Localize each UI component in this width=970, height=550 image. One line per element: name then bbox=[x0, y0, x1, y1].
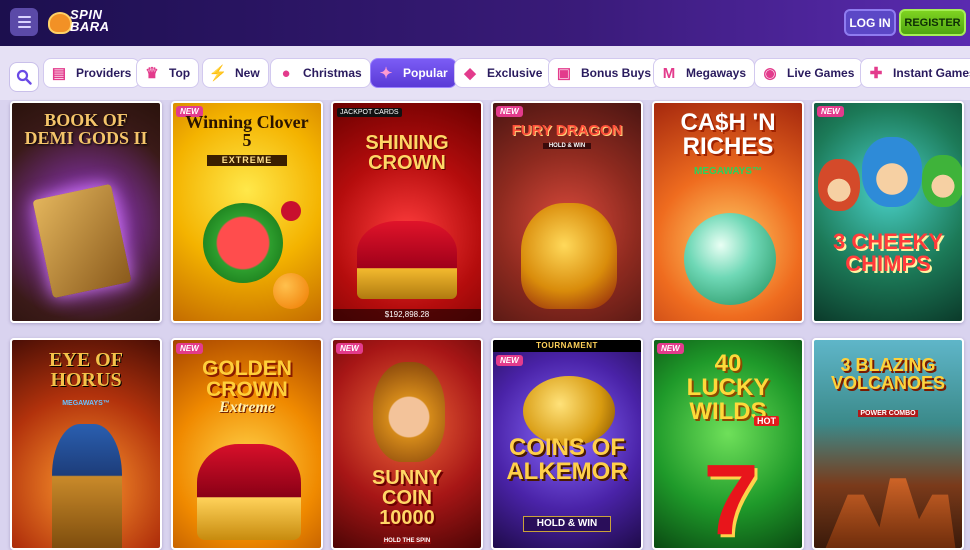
megaways-icon: M bbox=[662, 64, 676, 82]
category-bar: ▤ Providers ♛ Top ⚡ New ● Christmas ✦ Po… bbox=[0, 46, 970, 100]
game-tile-golden-crown[interactable]: NEW GOLDEN CROWN Extreme bbox=[171, 338, 323, 550]
orange-icon bbox=[273, 273, 309, 309]
search-icon bbox=[16, 69, 32, 85]
tab-top[interactable]: ♛ Top bbox=[136, 58, 200, 88]
new-badge: NEW bbox=[817, 106, 844, 117]
game-title: COINS OF ALKEMOR bbox=[506, 434, 628, 485]
horus-icon bbox=[52, 424, 122, 548]
game-tile-fury-dragon[interactable]: NEW FURY DRAGON HOLD & WIN bbox=[491, 101, 643, 323]
tab-providers[interactable]: ▤ Providers bbox=[43, 58, 141, 88]
game-title: SUNNY COIN 10000 bbox=[371, 467, 442, 529]
game-subtitle: HOLD & WIN bbox=[523, 516, 611, 532]
tab-exclusive[interactable]: ◆ Exclusive bbox=[454, 58, 552, 88]
game-title: 3 CHEEKY CHIMPS bbox=[832, 229, 944, 276]
new-badge: NEW bbox=[176, 343, 203, 354]
game-tile-3-blazing-volcanoes[interactable]: 3 BLAZING VOLCANOES POWER COMBO bbox=[812, 338, 964, 550]
new-badge: NEW bbox=[496, 106, 523, 117]
site-logo[interactable]: SPIN BARA bbox=[48, 6, 126, 40]
tab-instant-games[interactable]: ✚ Instant Games bbox=[860, 58, 970, 88]
top-header: SPIN BARA LOG IN REGISTER bbox=[0, 0, 970, 46]
diamond-icon: ◆ bbox=[464, 65, 476, 82]
monkey-left-icon bbox=[818, 159, 860, 211]
goddess-icon bbox=[373, 362, 445, 462]
gift-icon: ▣ bbox=[556, 65, 572, 82]
new-badge: NEW bbox=[336, 343, 363, 354]
tab-bonus-buys[interactable]: ▣ Bonus Buys bbox=[548, 58, 661, 88]
game-title: EYE OF HORUS bbox=[49, 349, 123, 391]
providers-icon: ▤ bbox=[51, 65, 67, 82]
game-title: SHINING CROWN bbox=[365, 132, 449, 174]
jackpot-cards-label: JACKPOT CARDS bbox=[337, 108, 402, 117]
golden-pot-icon bbox=[521, 203, 617, 309]
new-badge: NEW bbox=[496, 355, 523, 366]
menu-icon[interactable] bbox=[10, 8, 38, 36]
game-subtitle: MEGAWAYS™ bbox=[694, 166, 762, 177]
book-icon bbox=[32, 183, 132, 299]
lightning-icon: ⚡ bbox=[208, 65, 228, 82]
game-title: FURY DRAGON bbox=[511, 122, 623, 139]
capybara-mascot-icon bbox=[48, 12, 72, 34]
monkey-icon bbox=[862, 137, 922, 207]
search-button[interactable] bbox=[9, 62, 39, 92]
game-subtitle: HOLD & WIN bbox=[543, 143, 591, 149]
diamond-cash-icon bbox=[684, 213, 776, 305]
tab-christmas[interactable]: ● Christmas bbox=[270, 58, 371, 88]
game-title: 3 BLAZING VOLCANOES bbox=[830, 355, 945, 393]
game-subtitle: EXTREME bbox=[207, 155, 287, 166]
hot-label: HOT bbox=[754, 416, 779, 426]
cherries-icon bbox=[281, 201, 301, 221]
tab-megaways[interactable]: M Megaways bbox=[653, 58, 756, 88]
crown-icon bbox=[357, 221, 457, 299]
gamepad-icon: ✚ bbox=[869, 65, 883, 82]
fire-icon: ✦ bbox=[379, 65, 393, 82]
game-tile-winning-clover-5[interactable]: NEW Winning Clover 5 EXTREME bbox=[171, 101, 323, 323]
watermelon-icon bbox=[203, 203, 283, 283]
game-title: Winning Clover 5 bbox=[185, 112, 309, 150]
register-button[interactable]: REGISTER bbox=[899, 9, 966, 36]
tab-new[interactable]: ⚡ New bbox=[202, 58, 269, 88]
volcano-icon bbox=[824, 478, 956, 548]
tab-live-games[interactable]: ◉ Live Games bbox=[754, 58, 864, 88]
game-subtitle: HOLD THE SPIN bbox=[383, 538, 431, 544]
game-subtitle: MEGAWAYS™ bbox=[62, 400, 110, 407]
lucky-seven-icon: 7 bbox=[703, 444, 759, 550]
logo-text: SPIN BARA bbox=[70, 7, 110, 34]
game-tile-book-of-demi-gods-ii[interactable]: BOOK OF DEMI GODS II bbox=[10, 101, 162, 323]
ornament-icon: ● bbox=[281, 64, 291, 82]
game-tile-3-cheeky-chimps[interactable]: NEW 3 CHEEKY CHIMPS bbox=[812, 101, 964, 323]
tournament-label: TOURNAMENT bbox=[493, 340, 641, 352]
game-title: GOLDEN CROWN bbox=[202, 357, 292, 401]
game-subtitle: Extreme bbox=[219, 399, 275, 416]
crown-icon bbox=[197, 444, 301, 540]
game-tile-shining-crown[interactable]: JACKPOT CARDS SHINING CROWN $192,898.28 bbox=[331, 101, 483, 323]
live-icon: ◉ bbox=[763, 65, 777, 82]
game-subtitle: POWER COMBO bbox=[858, 410, 918, 417]
tab-popular[interactable]: ✦ Popular bbox=[370, 58, 457, 88]
game-tile-eye-of-horus[interactable]: EYE OF HORUS MEGAWAYS™ bbox=[10, 338, 162, 550]
crown-icon: ♛ bbox=[145, 65, 159, 82]
game-title: BOOK OF DEMI GODS II bbox=[24, 110, 148, 148]
game-title: 40 LUCKY WILDS bbox=[686, 350, 770, 425]
monkey-right-icon bbox=[922, 155, 962, 207]
game-tile-cash-n-riches[interactable]: CA$H 'N RICHES MEGAWAYS™ bbox=[652, 101, 804, 323]
game-tile-coins-of-alkemor[interactable]: TOURNAMENT NEW COINS OF ALKEMOR HOLD & W… bbox=[491, 338, 643, 550]
game-tile-sunny-coin[interactable]: NEW SUNNY COIN 10000 HOLD THE SPIN bbox=[331, 338, 483, 550]
game-title: CA$H 'N RICHES bbox=[680, 109, 776, 160]
jackpot-amount: $192,898.28 bbox=[333, 309, 481, 321]
game-tile-40-lucky-wilds[interactable]: NEW 40 LUCKY WILDS HOT 7 bbox=[652, 338, 804, 550]
login-button[interactable]: LOG IN bbox=[844, 9, 896, 36]
